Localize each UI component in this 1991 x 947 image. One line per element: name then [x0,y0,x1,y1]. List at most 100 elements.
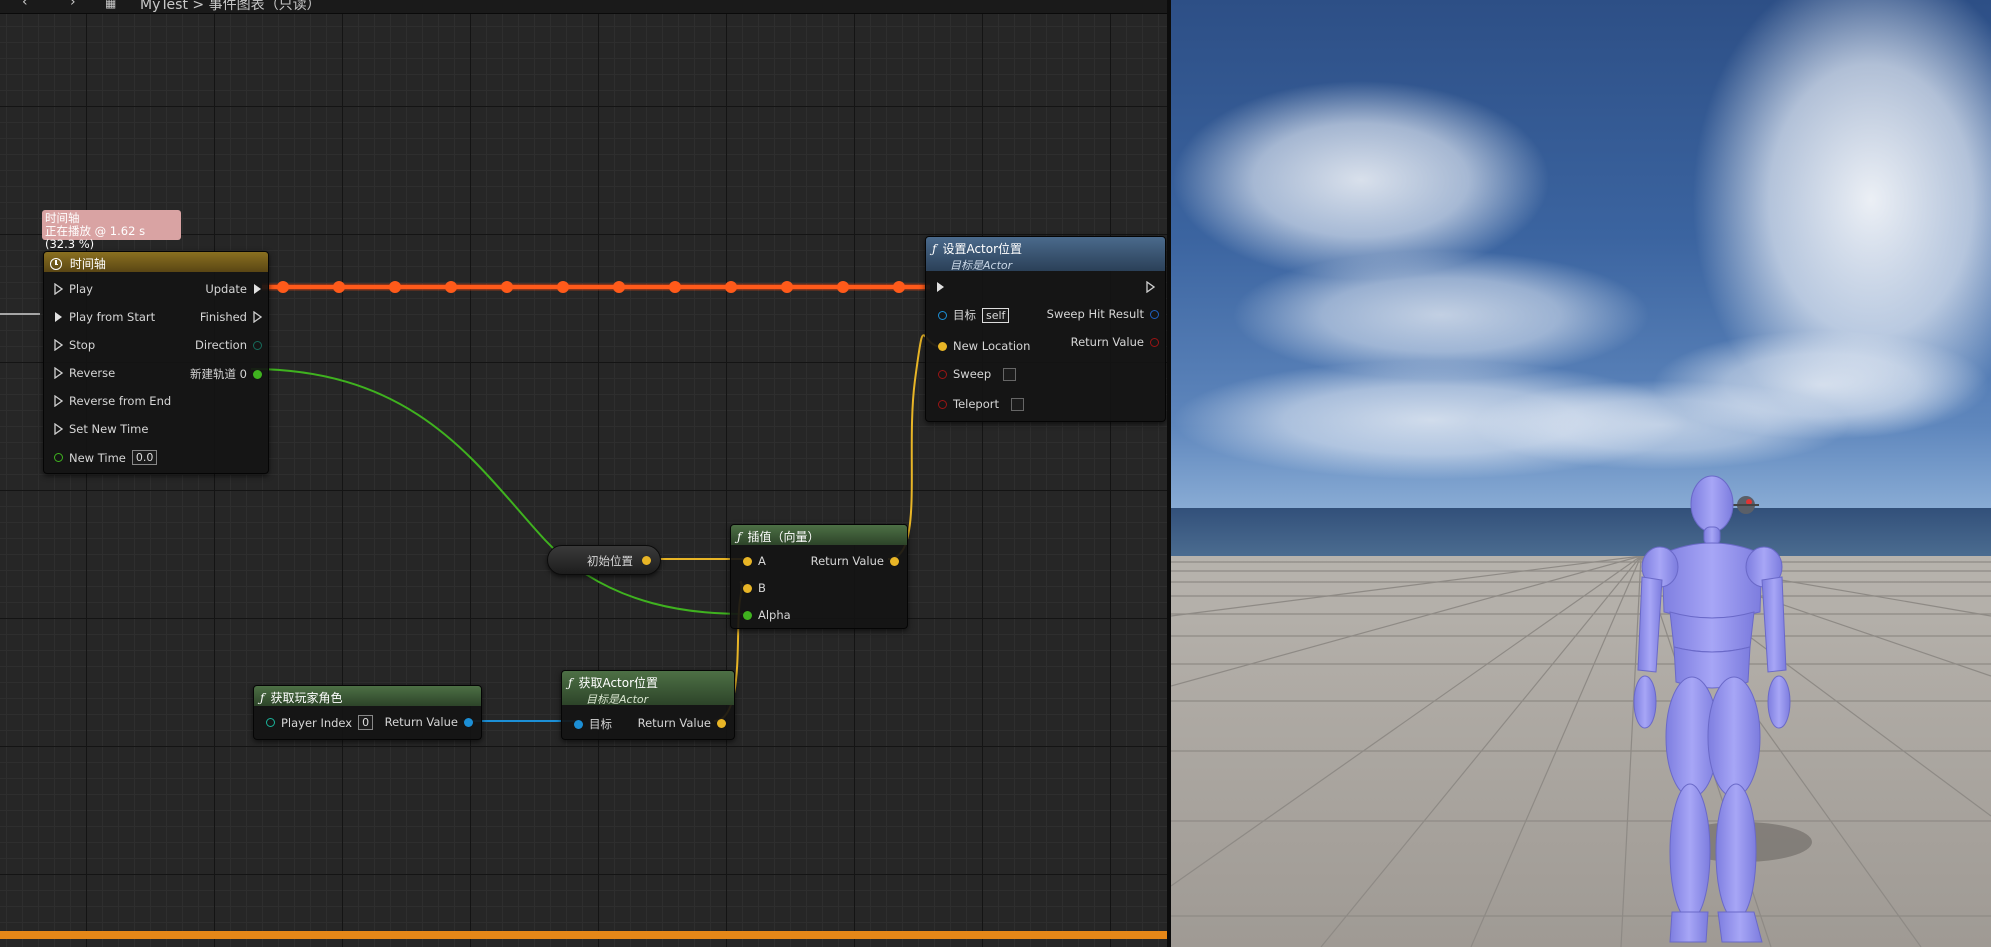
node-subtitle: 目标是Actor [586,693,649,706]
checker-floor [1171,556,1991,947]
exec-pin-icon[interactable] [54,367,63,379]
function-icon: ƒ [568,676,573,690]
teleport-checkbox[interactable] [1011,397,1024,411]
pin-label: B [758,581,766,595]
set-actor-location-header[interactable]: ƒ 设置Actor位置 目标是Actor [926,237,1165,272]
pin-teleport[interactable]: Teleport [938,397,1024,411]
exec-pin-icon[interactable] [936,281,945,293]
pin-player-index[interactable]: Player Index 0 [266,715,374,730]
pin-reverse[interactable]: Reverse [54,366,121,380]
pin-update[interactable]: Update [199,282,262,296]
blueprint-graph[interactable]: ‹ › ▦ MyTest > 事件图表（只读） 时间轴 正在播放 @ 1.62 … [0,0,1167,947]
exec-pin-icon[interactable] [1146,281,1155,293]
play-progress-bar [0,931,1167,939]
pin-target[interactable]: 目标 [574,716,618,732]
exec-pin-icon[interactable] [253,283,262,295]
pin-finished[interactable]: Finished [194,310,262,324]
pin-reverse-from-end[interactable]: Reverse from End [54,394,177,408]
timeline-node-header[interactable]: 时间轴 [44,252,268,272]
exec-pin-icon[interactable] [54,283,63,295]
object-pin-icon[interactable] [574,719,583,729]
pin-new-time[interactable]: New Time 0.0 [54,450,158,465]
variable-label: 初始位置 [587,554,633,568]
pin-direction[interactable]: Direction [189,338,262,352]
bool-pin-icon[interactable] [938,369,947,379]
exec-pin-icon[interactable] [54,311,63,323]
pin-return-value[interactable]: Return Value [632,716,726,730]
lerp-vector-node[interactable]: ƒ 插值（向量） A B Alpha Return Value [730,524,908,629]
pin-stop[interactable]: Stop [54,338,101,352]
struct-pin-icon[interactable] [1150,309,1159,319]
vector-pin-icon[interactable] [938,341,947,351]
bool-pin-icon[interactable] [1150,337,1159,347]
vector-pin-icon[interactable] [743,583,752,593]
get-player-character-node[interactable]: ƒ 获取玩家角色 Player Index 0 Return Value [253,685,482,740]
exec-pin-icon[interactable] [253,311,262,323]
pin-return-value[interactable]: Return Value [805,554,899,568]
pin-label: New Location [953,339,1031,353]
breadcrumb[interactable]: MyTest > 事件图表（只读） [140,0,321,14]
exec-pin-icon[interactable] [54,339,63,351]
new-time-input[interactable]: 0.0 [131,450,158,465]
pin-new-location[interactable]: New Location [938,339,1036,353]
floor-grid [1171,556,1991,947]
pin-label: Sweep Hit Result [1046,307,1144,321]
vector-pin-icon[interactable] [743,556,752,566]
bool-pin-icon[interactable] [938,399,947,409]
get-actor-location-header[interactable]: ƒ 获取Actor位置 目标是Actor [562,671,734,706]
node-subtitle: 目标是Actor [950,259,1013,272]
pin-return-value[interactable]: Return Value [379,715,473,729]
pin-exec-out[interactable] [1146,281,1155,293]
timeline-node[interactable]: 时间轴 Play Play from Start Stop Reverse Re… [43,251,269,474]
forward-icon[interactable]: › [70,0,76,10]
pin-a[interactable]: A [743,554,772,568]
lerp-node-header[interactable]: ƒ 插值（向量） [731,525,907,545]
vector-pin-icon[interactable] [890,556,899,566]
pin-exec-in[interactable] [936,281,945,293]
get-actor-location-node[interactable]: ƒ 获取Actor位置 目标是Actor 目标 Return Value [561,670,735,740]
tooltip-status: 正在播放 @ 1.62 s (32.3 %) [45,224,146,251]
variable-node-initial-location[interactable]: 初始位置 [547,545,661,575]
pin-play[interactable]: Play [54,282,99,296]
graph-icon: ▦ [105,0,117,10]
pin-label: Play [69,282,93,296]
pin-play-from-start[interactable]: Play from Start [54,310,161,324]
vector-pin-icon[interactable] [642,556,651,565]
object-pin-icon[interactable] [938,310,947,320]
pin-label: Return Value [810,554,884,568]
pin-target[interactable]: 目标 self [938,307,1010,323]
exec-pin-icon[interactable] [54,423,63,435]
pin-b[interactable]: B [743,581,772,595]
pin-label: Stop [69,338,96,352]
vector-pin-icon[interactable] [717,718,726,728]
float-pin-icon[interactable] [253,369,262,379]
mannequin-character[interactable] [1612,472,1812,947]
sweep-checkbox[interactable] [1003,367,1017,381]
pin-label: Reverse from End [69,394,172,408]
float-pin-icon[interactable] [743,610,752,620]
back-icon[interactable]: ‹ [22,0,28,10]
pin-label: Reverse [69,366,116,380]
pin-label: Return Value [384,715,458,729]
game-viewport[interactable] [1171,0,1991,947]
enum-pin-icon[interactable] [253,340,262,350]
exec-pin-icon[interactable] [54,395,63,407]
target-input[interactable]: self [982,307,1010,323]
float-wire-alpha [250,368,748,615]
set-actor-location-node[interactable]: ƒ 设置Actor位置 目标是Actor 目标 self New Location… [925,236,1166,422]
float-pin-icon[interactable] [54,453,63,462]
pin-set-new-time[interactable]: Set New Time [54,422,154,436]
int-pin-icon[interactable] [266,718,275,727]
pin-sweep-hit-result[interactable]: Sweep Hit Result [1041,307,1159,321]
object-pin-icon[interactable] [464,717,473,727]
get-player-header[interactable]: ƒ 获取玩家角色 [254,686,481,706]
pin-label: Return Value [637,716,711,730]
pin-return-value[interactable]: Return Value [1065,335,1159,349]
pin-sweep[interactable]: Sweep [938,367,1017,381]
player-index-input[interactable]: 0 [358,715,374,730]
pin-track[interactable]: 新建轨道 0 [184,366,262,382]
pin-label: Player Index [281,715,353,730]
pin-label: Update [205,282,247,296]
pin-alpha[interactable]: Alpha [743,608,797,622]
function-icon: ƒ [737,530,742,544]
